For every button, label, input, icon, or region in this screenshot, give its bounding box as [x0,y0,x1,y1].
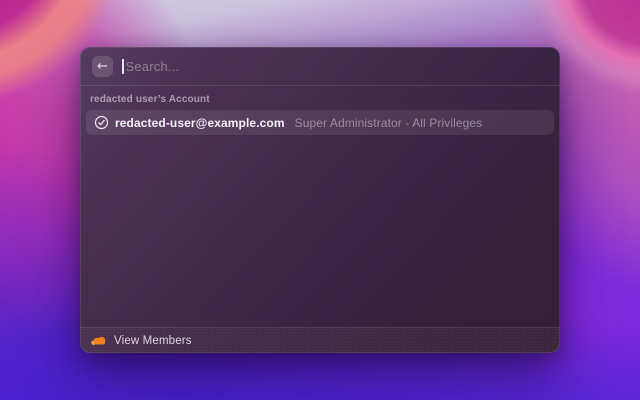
back-arrow-icon: ← [97,58,108,74]
search-bar: ← Search... [80,47,560,86]
cloudflare-cloud-icon [90,335,107,346]
back-button[interactable]: ← [92,55,113,77]
search-input[interactable]: Search... [122,47,548,85]
section-header: redacted user’s Account [90,94,210,105]
account-role: Super Administrator - All Privileges [294,115,483,130]
text-caret [122,58,124,74]
account-search-window: ← Search... redacted user’s Account reda… [80,47,560,353]
view-members-label: View Members [114,334,192,347]
search-placeholder: Search... [125,58,180,74]
account-email: redacted-user@example.com [115,115,285,130]
desktop-wallpaper: ← Search... redacted user’s Account reda… [0,0,640,400]
check-circle-icon [94,115,109,130]
results-empty-area [80,135,560,327]
account-row[interactable]: redacted-user@example.com Super Administ… [86,110,554,135]
view-members-footer[interactable]: View Members [80,327,560,353]
